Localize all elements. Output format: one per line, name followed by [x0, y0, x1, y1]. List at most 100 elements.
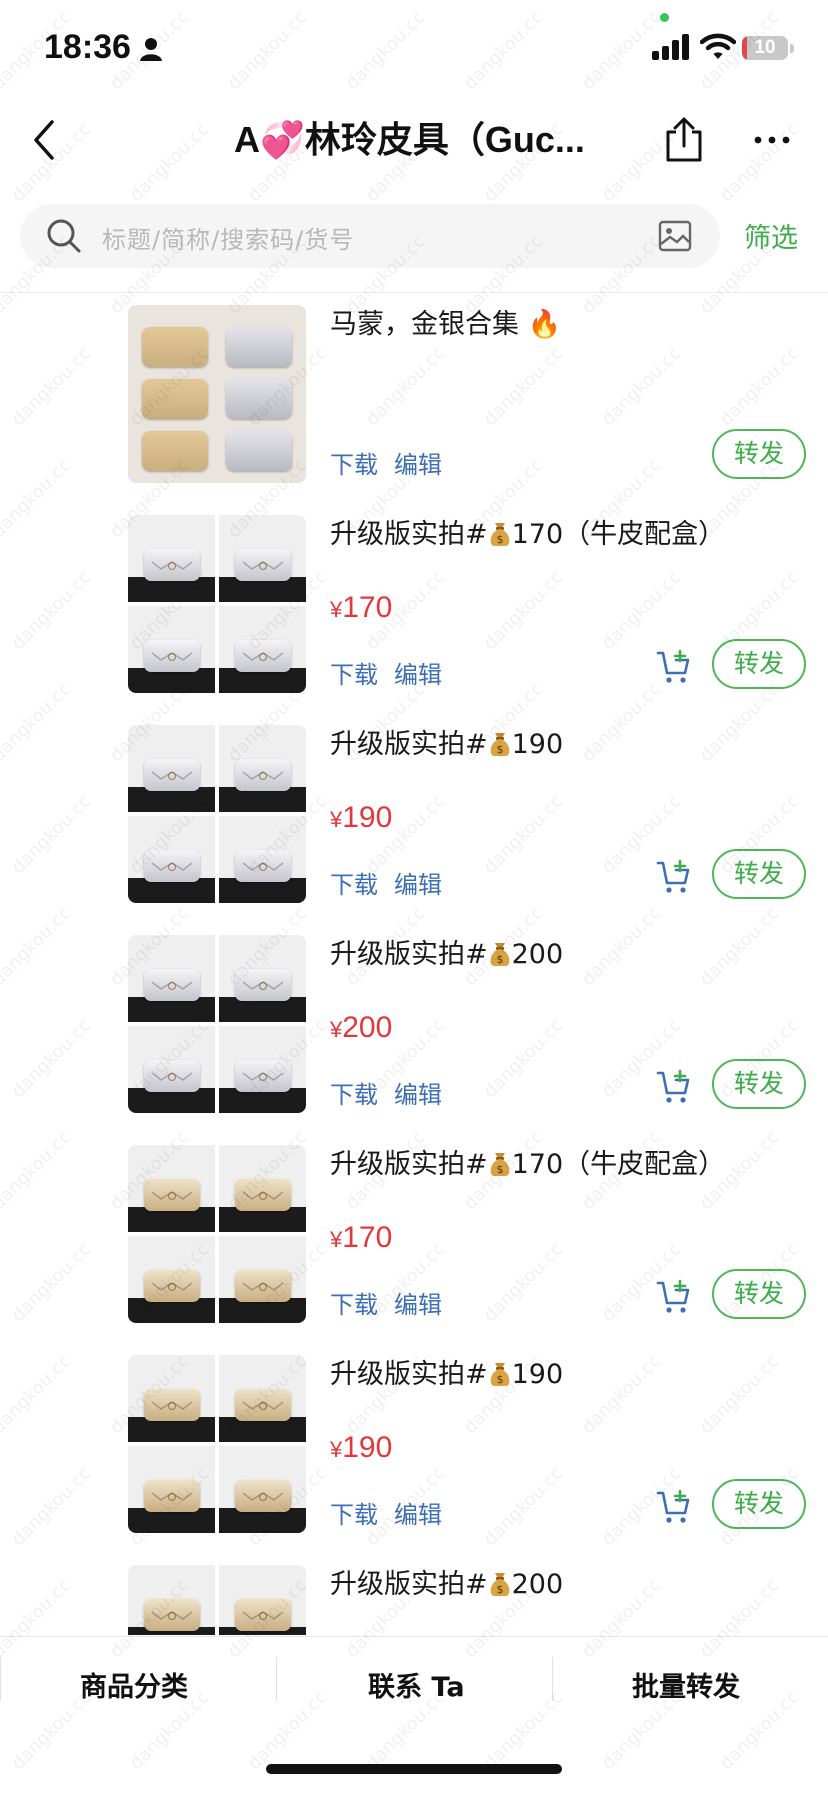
more-icon[interactable] [752, 126, 792, 154]
forward-button[interactable]: 转发 [712, 1059, 806, 1109]
product-photo[interactable] [128, 1446, 215, 1533]
item-title-prefix: 升级版实拍# [330, 1569, 488, 1600]
product-photo[interactable] [219, 935, 306, 1022]
add-to-cart-icon[interactable] [656, 859, 692, 895]
quilted-pattern [242, 771, 284, 781]
forward-button[interactable]: 转发 [712, 849, 806, 899]
filter-button[interactable]: 筛选 [744, 216, 798, 255]
product-photo[interactable] [128, 1026, 215, 1113]
forward-button[interactable]: 转发 [712, 1269, 806, 1319]
item-title-prefix: 升级版实拍# [330, 939, 488, 970]
product-photo[interactable] [128, 305, 306, 483]
add-to-cart-icon[interactable] [656, 1069, 692, 1105]
search-input[interactable]: 标题/简称/搜索码/货号 [20, 204, 720, 268]
quilted-pattern [151, 1191, 193, 1201]
svg-text:$: $ [496, 1373, 503, 1386]
quilted-pattern [242, 1401, 284, 1411]
product-photo[interactable] [219, 1026, 306, 1113]
bag-image [235, 640, 291, 672]
quilted-pattern [151, 1492, 193, 1502]
product-photo[interactable] [219, 816, 306, 903]
tab-separator [552, 1657, 553, 1701]
list-item[interactable]: 升级版实拍# $200 ¥200 下载 编辑 转发 [0, 923, 828, 1133]
battery-cap [790, 44, 794, 53]
product-photo[interactable] [219, 606, 306, 693]
bag-image [144, 759, 200, 791]
search-icon [47, 219, 81, 253]
product-photo[interactable] [219, 1236, 306, 1323]
list-item[interactable]: 升级版实拍# $190 ¥190 下载 编辑 转发 [0, 1343, 828, 1553]
product-photo-grid[interactable] [128, 1565, 306, 1635]
item-price: ¥170 [330, 1221, 392, 1255]
product-photo[interactable] [219, 1446, 306, 1533]
tab-contact[interactable]: 联系 Ta [368, 1665, 465, 1704]
image-search-icon[interactable] [658, 220, 692, 252]
tab-batch-forward[interactable]: 批量转发 [632, 1665, 740, 1704]
download-link[interactable]: 下载 [330, 1285, 378, 1320]
add-to-cart-icon[interactable] [656, 1279, 692, 1315]
product-photo[interactable] [128, 935, 215, 1022]
product-photo-grid[interactable] [128, 515, 306, 693]
back-icon[interactable] [28, 118, 64, 162]
item-title-suffix: 190 [511, 729, 564, 760]
edit-link[interactable]: 编辑 [394, 865, 442, 900]
battery-text: 10 [754, 37, 776, 58]
quilted-pattern [151, 862, 193, 872]
share-icon[interactable] [662, 116, 706, 164]
product-photo[interactable] [128, 1145, 215, 1232]
currency-symbol: ¥ [330, 1017, 343, 1042]
product-photo-grid[interactable] [128, 935, 306, 1113]
add-to-cart-icon[interactable] [656, 1489, 692, 1525]
list-item[interactable]: 升级版实拍# $170（牛皮配盒） ¥170 下载 编辑 转发 [0, 1133, 828, 1343]
bag-image [144, 549, 200, 581]
edit-link[interactable]: 编辑 [394, 655, 442, 690]
product-list[interactable]: 马蒙，金银合集 🔥 下载 编辑 转发 升级版实拍# $170（牛皮配盒） ¥170 下载 编辑转… [0, 293, 828, 1635]
product-photo[interactable] [128, 1236, 215, 1323]
forward-button[interactable]: 转发 [712, 1479, 806, 1529]
quilted-pattern [242, 862, 284, 872]
privacy-dot [660, 13, 669, 22]
add-to-cart-icon[interactable] [656, 649, 692, 685]
product-photo[interactable] [219, 1565, 306, 1635]
item-title-suffix: 170（牛皮配盒） [511, 519, 726, 550]
product-photo-grid[interactable] [128, 725, 306, 903]
item-title-suffix: 190 [511, 1359, 564, 1390]
edit-link[interactable]: 编辑 [394, 1285, 442, 1320]
list-item[interactable]: 升级版实拍# $190 ¥190 下载 编辑 转发 [0, 713, 828, 923]
download-link[interactable]: 下载 [330, 1075, 378, 1110]
download-link[interactable]: 下载 [330, 865, 378, 900]
download-link[interactable]: 下载 [330, 445, 378, 480]
list-item[interactable]: 马蒙，金银合集 🔥 下载 编辑 转发 [0, 293, 828, 503]
product-photo[interactable] [128, 515, 215, 602]
forward-button[interactable]: 转发 [712, 429, 806, 479]
download-link[interactable]: 下载 [330, 1495, 378, 1530]
quilted-pattern [151, 652, 193, 662]
product-photo[interactable] [128, 1355, 215, 1442]
product-photo[interactable] [219, 725, 306, 812]
product-photo-grid[interactable] [128, 1355, 306, 1533]
product-photo[interactable] [128, 606, 215, 693]
edit-link[interactable]: 编辑 [394, 1495, 442, 1530]
product-photo[interactable] [128, 725, 215, 812]
svg-text:$: $ [496, 953, 503, 966]
bag-image [142, 431, 208, 471]
bag-image [226, 379, 292, 419]
quilted-pattern [151, 981, 193, 991]
product-photo[interactable] [128, 816, 215, 903]
item-title: 升级版实拍# $200 [330, 1567, 563, 1603]
forward-button[interactable]: 转发 [712, 639, 806, 689]
tab-category[interactable]: 商品分类 [80, 1665, 188, 1704]
download-link[interactable]: 下载 [330, 655, 378, 690]
product-photo[interactable] [219, 515, 306, 602]
currency-symbol: ¥ [330, 807, 343, 832]
edit-link[interactable]: 编辑 [394, 445, 442, 480]
product-photo[interactable] [219, 1355, 306, 1442]
list-item[interactable]: 升级版实拍# $170（牛皮配盒） ¥170 下载 编辑 转发 [0, 503, 828, 713]
bag-image [226, 431, 292, 471]
product-photo-grid[interactable] [128, 1145, 306, 1323]
list-item[interactable]: 升级版实拍# $200 [0, 1553, 828, 1635]
product-photo[interactable] [219, 1145, 306, 1232]
product-photo[interactable] [128, 1565, 215, 1635]
edit-link[interactable]: 编辑 [394, 1075, 442, 1110]
item-price: ¥190 [330, 801, 392, 835]
